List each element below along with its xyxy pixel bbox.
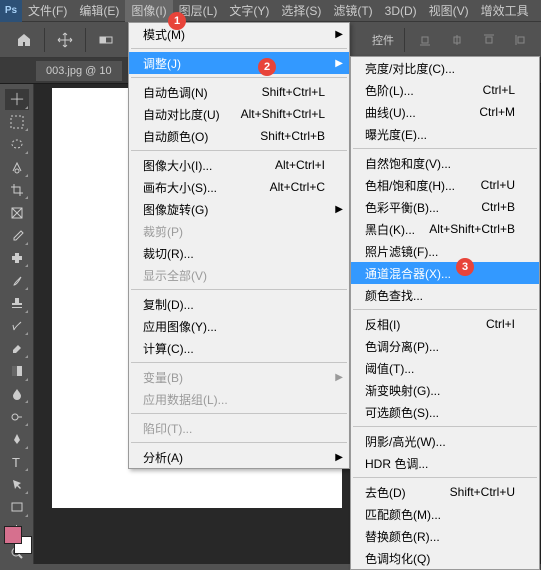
brush-tool[interactable] bbox=[5, 270, 29, 291]
image-menu-dropdown: 模式(M)▶ 调整(J)▶ 自动色调(N)Shift+Ctrl+L 自动对比度(… bbox=[128, 22, 350, 469]
align-icon-1[interactable] bbox=[411, 26, 439, 54]
menu-black-white[interactable]: 黑白(K)...Alt+Shift+Ctrl+B bbox=[351, 218, 539, 240]
menu-analysis[interactable]: 分析(A)▶ bbox=[129, 446, 349, 468]
menu-reveal-all: 显示全部(V) bbox=[129, 264, 349, 286]
dodge-tool[interactable] bbox=[5, 406, 29, 427]
menu-equalize[interactable]: 色调均化(Q) bbox=[351, 547, 539, 569]
menu-channel-mixer[interactable]: 通道混合器(X)... bbox=[351, 262, 539, 284]
menu-mode[interactable]: 模式(M)▶ bbox=[129, 23, 349, 45]
menu-calculations[interactable]: 计算(C)... bbox=[129, 337, 349, 359]
menu-text[interactable]: 文字(Y) bbox=[223, 0, 275, 22]
menu-apply-dataset: 应用数据组(L)... bbox=[129, 388, 349, 410]
menu-filter[interactable]: 滤镜(T) bbox=[327, 0, 378, 22]
menu-adjustments[interactable]: 调整(J)▶ bbox=[129, 52, 349, 74]
menu-bar: Ps 文件(F) 编辑(E) 图像(I) 图层(L) 文字(Y) 选择(S) 滤… bbox=[0, 0, 541, 22]
menu-canvas-size[interactable]: 画布大小(S)...Alt+Ctrl+C bbox=[129, 176, 349, 198]
move-tool-icon[interactable] bbox=[51, 26, 79, 54]
history-brush-tool[interactable] bbox=[5, 316, 29, 337]
menu-file[interactable]: 文件(F) bbox=[22, 0, 73, 22]
gradient-tool[interactable] bbox=[5, 361, 29, 382]
align-icon-3[interactable] bbox=[475, 26, 503, 54]
menu-match-color[interactable]: 匹配颜色(M)... bbox=[351, 503, 539, 525]
tools-panel: T bbox=[0, 84, 34, 564]
menu-selective-color[interactable]: 可选颜色(S)... bbox=[351, 401, 539, 423]
shape-tool[interactable] bbox=[5, 497, 29, 518]
menu-auto-color[interactable]: 自动颜色(O)Shift+Ctrl+B bbox=[129, 125, 349, 147]
app-logo: Ps bbox=[0, 0, 22, 22]
home-icon[interactable] bbox=[10, 26, 38, 54]
menu-photo-filter[interactable]: 照片滤镜(F)... bbox=[351, 240, 539, 262]
stamp-tool[interactable] bbox=[5, 293, 29, 314]
annotation-badge-3: 3 bbox=[456, 258, 474, 276]
menu-desaturate[interactable]: 去色(D)Shift+Ctrl+U bbox=[351, 481, 539, 503]
menu-color-balance[interactable]: 色彩平衡(B)...Ctrl+B bbox=[351, 196, 539, 218]
eraser-tool[interactable] bbox=[5, 338, 29, 359]
quick-select-tool[interactable] bbox=[5, 157, 29, 178]
menu-brightness-contrast[interactable]: 亮度/对比度(C)... bbox=[351, 57, 539, 79]
menu-crop: 裁剪(P) bbox=[129, 220, 349, 242]
menu-replace-color[interactable]: 替换颜色(R)... bbox=[351, 525, 539, 547]
menu-curves[interactable]: 曲线(U)...Ctrl+M bbox=[351, 101, 539, 123]
crop-tool[interactable] bbox=[5, 180, 29, 201]
path-select-tool[interactable] bbox=[5, 474, 29, 495]
menu-auto-tone[interactable]: 自动色调(N)Shift+Ctrl+L bbox=[129, 81, 349, 103]
adjustments-submenu: 亮度/对比度(C)... 色阶(L)...Ctrl+L 曲线(U)...Ctrl… bbox=[350, 56, 540, 570]
foreground-color[interactable] bbox=[4, 526, 22, 544]
menu-plugins[interactable]: 增效工具 bbox=[475, 0, 535, 22]
type-tool[interactable]: T bbox=[5, 452, 29, 473]
pen-tool[interactable] bbox=[5, 429, 29, 450]
menu-3d[interactable]: 3D(D) bbox=[379, 0, 423, 22]
menu-posterize[interactable]: 色调分离(P)... bbox=[351, 335, 539, 357]
menu-color-lookup[interactable]: 颜色查找... bbox=[351, 284, 539, 306]
menu-hue-saturation[interactable]: 色相/饱和度(H)...Ctrl+U bbox=[351, 174, 539, 196]
document-tab[interactable]: 003.jpg @ 10 bbox=[36, 61, 122, 81]
color-swatches[interactable] bbox=[4, 526, 32, 554]
menu-edit[interactable]: 编辑(E) bbox=[73, 0, 125, 22]
annotation-badge-2: 2 bbox=[258, 58, 276, 76]
annotation-badge-1: 1 bbox=[168, 12, 186, 30]
menu-vibrance[interactable]: 自然饱和度(V)... bbox=[351, 152, 539, 174]
menu-levels[interactable]: 色阶(L)...Ctrl+L bbox=[351, 79, 539, 101]
menu-duplicate[interactable]: 复制(D)... bbox=[129, 293, 349, 315]
align-icon-4[interactable] bbox=[507, 26, 535, 54]
menu-gradient-map[interactable]: 渐变映射(G)... bbox=[351, 379, 539, 401]
lasso-tool[interactable] bbox=[5, 134, 29, 155]
menu-invert[interactable]: 反相(I)Ctrl+I bbox=[351, 313, 539, 335]
menu-exposure[interactable]: 曝光度(E)... bbox=[351, 123, 539, 145]
menu-auto-contrast[interactable]: 自动对比度(U)Alt+Shift+Ctrl+L bbox=[129, 103, 349, 125]
align-icon-2[interactable] bbox=[443, 26, 471, 54]
menu-image-size[interactable]: 图像大小(I)...Alt+Ctrl+I bbox=[129, 154, 349, 176]
menu-apply-image[interactable]: 应用图像(Y)... bbox=[129, 315, 349, 337]
eyedropper-tool[interactable] bbox=[5, 225, 29, 246]
menu-threshold[interactable]: 阈值(T)... bbox=[351, 357, 539, 379]
menu-trim[interactable]: 裁切(R)... bbox=[129, 242, 349, 264]
toggle-icon[interactable] bbox=[92, 26, 120, 54]
move-tool[interactable] bbox=[5, 89, 29, 110]
frame-tool[interactable] bbox=[5, 202, 29, 223]
menu-image[interactable]: 图像(I) bbox=[125, 0, 172, 22]
svg-text:T: T bbox=[12, 455, 20, 469]
menu-hdr-toning[interactable]: HDR 色调... bbox=[351, 452, 539, 474]
menu-view[interactable]: 视图(V) bbox=[423, 0, 475, 22]
marquee-tool[interactable] bbox=[5, 112, 29, 133]
menu-variables: 变量(B)▶ bbox=[129, 366, 349, 388]
menu-select[interactable]: 选择(S) bbox=[275, 0, 327, 22]
menu-trap: 陷印(T)... bbox=[129, 417, 349, 439]
healing-tool[interactable] bbox=[5, 248, 29, 269]
menu-image-rotation[interactable]: 图像旋转(G)▶ bbox=[129, 198, 349, 220]
menu-shadows-highlights[interactable]: 阴影/高光(W)... bbox=[351, 430, 539, 452]
blur-tool[interactable] bbox=[5, 384, 29, 405]
toolbar-label: 控件 bbox=[372, 32, 394, 48]
